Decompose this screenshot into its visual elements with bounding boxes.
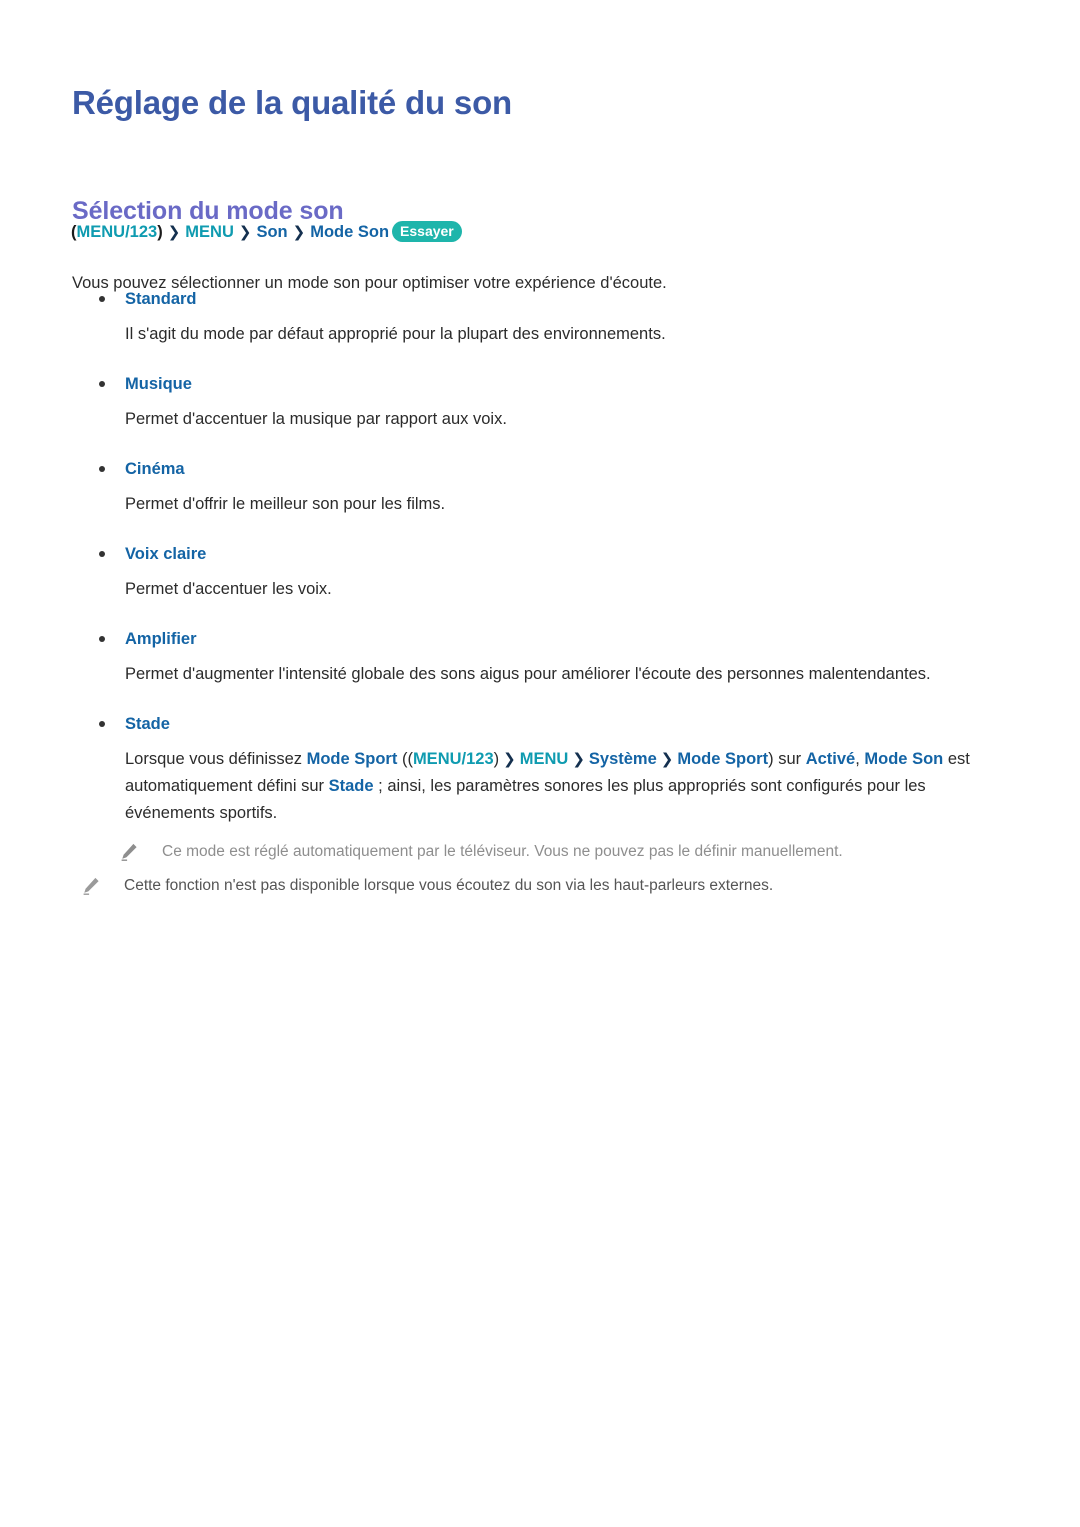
breadcrumb-menu-key[interactable]: MENU/123 <box>77 223 158 241</box>
bullet-description: Permet d'offrir le meilleur son pour les… <box>125 495 446 513</box>
bullet-description: Permet d'accentuer les voix. <box>125 580 332 598</box>
breadcrumb-close-paren: ) <box>157 223 163 241</box>
text-fragment: (( <box>397 750 413 768</box>
page-title: Réglage de la qualité du son <box>72 84 512 122</box>
document-page: Réglage de la qualité du son Sélection d… <box>0 0 1080 1527</box>
term-mode-sport-2: Mode Sport <box>677 750 769 768</box>
term-systeme: Système <box>588 750 657 768</box>
bullet-dot-icon <box>99 296 105 302</box>
list-item: Standard Il s'agit du mode par défaut ap… <box>0 288 1080 348</box>
term-stade: Stade <box>328 777 374 795</box>
text-fragment: ) sur <box>768 750 806 768</box>
chevron-right-icon: ❯ <box>503 751 516 768</box>
term-mode-son: Mode Son <box>864 750 944 768</box>
breadcrumb-step-mode-son[interactable]: Mode Son <box>310 223 389 241</box>
bullet-row: Musique <box>0 373 1080 397</box>
list-item: Musique Permet d'accentuer la musique pa… <box>0 373 1080 433</box>
bullet-label: Amplifier <box>125 630 197 648</box>
breadcrumb-step-son[interactable]: Son <box>256 223 287 241</box>
chevron-right-icon: ❯ <box>572 751 585 768</box>
bullet-description: Permet d'augmenter l'intensité globale d… <box>125 665 931 683</box>
bullet-label: Standard <box>125 290 197 308</box>
list-item: Amplifier Permet d'augmenter l'intensité… <box>0 628 1080 688</box>
list-item: Voix claire Permet d'accentuer les voix. <box>0 543 1080 603</box>
bullet-description-rich: Lorsque vous définissez Mode Sport ((MEN… <box>0 746 1080 827</box>
bullet-row: Voix claire <box>0 543 1080 567</box>
list-item: Stade Lorsque vous définissez Mode Sport… <box>0 713 1080 827</box>
term-menu-key: MENU/123 <box>412 750 494 768</box>
chevron-right-icon: ❯ <box>660 751 674 768</box>
note-row: Ce mode est réglé automatiquement par le… <box>118 840 843 864</box>
bullet-dot-icon <box>99 381 105 387</box>
bullet-label: Cinéma <box>125 460 185 478</box>
bullet-description: Il s'agit du mode par défaut approprié p… <box>125 325 666 343</box>
term-menu: MENU <box>519 750 569 768</box>
bullet-row: Stade <box>0 713 1080 737</box>
text-fragment: Lorsque vous définissez <box>125 750 307 768</box>
bullet-dot-icon <box>99 721 105 727</box>
note-text: Cette fonction n'est pas disponible lors… <box>124 877 774 894</box>
bullet-label: Musique <box>125 375 192 393</box>
pencil-icon <box>118 841 140 863</box>
bullet-dot-icon <box>99 636 105 642</box>
term-active: Activé <box>805 750 856 768</box>
list-item: Cinéma Permet d'offrir le meilleur son p… <box>0 458 1080 518</box>
note-row: Cette fonction n'est pas disponible lors… <box>80 874 773 898</box>
bullet-label: Voix claire <box>125 545 207 563</box>
menu-path-breadcrumb: (MENU/123) ❯ MENU ❯ Son ❯ Mode Son Essayer <box>71 221 462 244</box>
bullet-description: Permet d'accentuer la musique par rappor… <box>125 410 507 428</box>
bullet-row: Standard <box>0 288 1080 312</box>
try-it-badge[interactable]: Essayer <box>392 221 462 242</box>
breadcrumb-step-menu[interactable]: MENU <box>185 223 234 241</box>
term-mode-sport: Mode Sport <box>306 750 398 768</box>
bullet-dot-icon <box>99 551 105 557</box>
bullet-row: Cinéma <box>0 458 1080 482</box>
chevron-right-icon: ❯ <box>292 224 306 241</box>
bullet-label: Stade <box>125 715 170 733</box>
bullet-row: Amplifier <box>0 628 1080 652</box>
sound-mode-list: Standard Il s'agit du mode par défaut ap… <box>0 288 1080 827</box>
chevron-right-icon: ❯ <box>238 224 252 241</box>
pencil-icon <box>80 875 102 897</box>
bullet-dot-icon <box>99 466 105 472</box>
chevron-right-icon: ❯ <box>167 224 181 241</box>
note-text: Ce mode est réglé automatiquement par le… <box>162 843 843 860</box>
